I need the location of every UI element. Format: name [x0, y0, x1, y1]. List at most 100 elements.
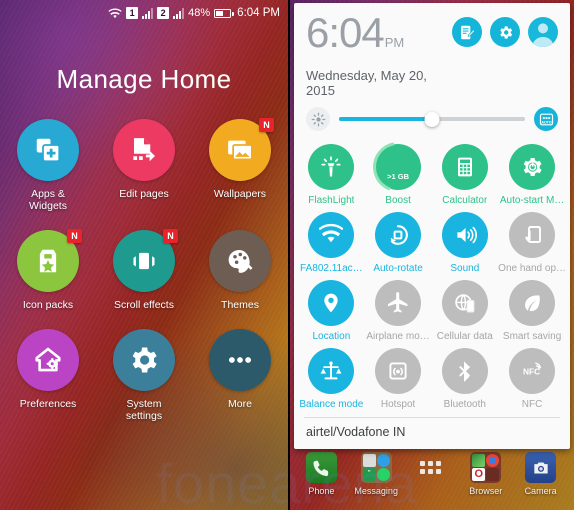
manage-home-item-preferences[interactable]: Preferences: [0, 329, 96, 422]
manage-home-item-more[interactable]: More: [192, 329, 288, 422]
auto-rotate-icon[interactable]: [375, 212, 422, 258]
themes-icon[interactable]: [209, 230, 271, 292]
flashlight-icon[interactable]: [308, 144, 355, 190]
sound-icon[interactable]: [441, 212, 488, 258]
boost-icon[interactable]: >1 GB: [373, 142, 424, 192]
phone-icon[interactable]: [305, 452, 337, 483]
apps-widgets-icon[interactable]: [17, 119, 79, 181]
dock-item-messaging[interactable]: ” Messaging: [350, 452, 402, 496]
system-settings-icon[interactable]: [113, 329, 175, 391]
shade-date: Wednesday, May 20, 2015: [306, 68, 427, 98]
item-label: Scroll effects: [114, 299, 174, 311]
preferences-icon[interactable]: [17, 329, 79, 391]
tile-label: FA802.11ac…: [300, 263, 363, 274]
wifi-icon[interactable]: [308, 212, 355, 258]
quick-tile-auto-start-m[interactable]: Auto-start M…: [498, 144, 566, 206]
shade-clock-time: 6:04: [306, 9, 385, 56]
edit-pages-icon[interactable]: [113, 119, 175, 181]
quick-tile-smart-saving[interactable]: Smart saving: [498, 280, 566, 342]
auto-brightness-icon[interactable]: AUTO: [534, 107, 558, 131]
quick-tile-flashlight[interactable]: FlashLight: [298, 144, 365, 206]
slider-thumb[interactable]: [424, 111, 440, 127]
quick-tile-calculator[interactable]: Calculator: [431, 144, 498, 206]
brightness-icon[interactable]: [306, 107, 330, 131]
battery-icon: [214, 8, 234, 18]
manage-home-grid: Apps & Widgets Edit pages N Wallpapers N Icon …: [0, 118, 288, 422]
dock-label: Camera: [524, 486, 557, 496]
item-label: Preferences: [19, 398, 77, 410]
quick-settings-panel: Phone ” Messaging O Browser Camera 6:04PM Wed…: [288, 0, 574, 510]
quick-tile-auto-rotate[interactable]: Auto-rotate: [365, 212, 432, 274]
quick-tile-hotspot[interactable]: Hotspot: [365, 348, 432, 410]
tile-label: Balance mode: [299, 399, 364, 410]
brightness-slider[interactable]: [339, 110, 525, 128]
sim2-indicator: 2: [157, 7, 170, 19]
browser-icon[interactable]: O: [470, 452, 502, 483]
quick-tile-one-hand-op[interactable]: One hand op…: [498, 212, 566, 274]
smart-saving-leaf-icon[interactable]: [509, 280, 556, 326]
tile-label: Smart saving: [502, 331, 562, 342]
quick-settings-grid: FlashLight >1 GB Boost Calculator Auto-start…: [294, 138, 570, 414]
quick-tile-fa802-11ac[interactable]: FA802.11ac…: [298, 212, 365, 274]
home-dock: Phone ” Messaging O Browser Camera: [288, 448, 574, 510]
dock-item-camera[interactable]: Camera: [515, 452, 567, 496]
quick-tile-nfc[interactable]: NFC NFC: [498, 348, 566, 410]
dock-label: Messaging: [354, 486, 398, 496]
item-icon-wrap: N: [113, 229, 178, 292]
quick-tile-location[interactable]: Location: [298, 280, 365, 342]
manage-home-item-themes[interactable]: Themes: [192, 230, 288, 311]
carrier-label: airtel/Vodafone IN: [306, 425, 406, 439]
nfc-icon[interactable]: NFC: [509, 348, 556, 394]
manage-home-item-scroll-effects[interactable]: N Scroll effects: [96, 229, 192, 311]
item-icon-wrap: N: [209, 118, 274, 181]
quick-tile-airplane-mo[interactable]: Airplane mo…: [365, 280, 432, 342]
messaging-icon[interactable]: ”: [360, 452, 392, 483]
shade-header-actions: [452, 17, 558, 98]
item-label: System settings: [125, 398, 163, 422]
balance-scale-icon[interactable]: [308, 348, 355, 394]
calculator-icon[interactable]: [441, 144, 488, 190]
hotspot-icon[interactable]: [375, 348, 422, 394]
tile-label: Hotspot: [380, 399, 416, 410]
manage-home-item-wallpapers[interactable]: N Wallpapers: [192, 118, 288, 212]
cellular-data-icon[interactable]: [441, 280, 488, 326]
item-label: Themes: [221, 299, 259, 311]
one-hand-operation-icon[interactable]: [509, 212, 556, 258]
tile-label: Location: [312, 331, 351, 342]
more-icon[interactable]: [209, 329, 271, 391]
manage-home-panel: 1 2 48% 6:04 PM Manage Home Apps & Widget…: [0, 0, 288, 510]
sim1-signal-icon: [142, 7, 154, 19]
sim1-indicator: 1: [126, 7, 139, 19]
tile-label: NFC: [521, 399, 543, 410]
manage-home-item-apps-widgets[interactable]: Apps & Widgets: [0, 119, 96, 212]
boost-free-memory-label: >1 GB: [387, 172, 410, 181]
quick-memo-icon[interactable]: [452, 17, 482, 47]
item-label: Icon packs: [22, 299, 74, 311]
svg-text:NFC: NFC: [523, 366, 540, 376]
bluetooth-icon[interactable]: [441, 348, 488, 394]
dock-item-phone[interactable]: Phone: [295, 452, 347, 496]
tile-label: Airplane mo…: [366, 331, 430, 342]
auto-start-manager-icon[interactable]: [509, 144, 556, 190]
quick-tile-cellular-data[interactable]: Cellular data: [431, 280, 498, 342]
manage-home-item-edit-pages[interactable]: Edit pages: [96, 119, 192, 212]
wifi-icon: [108, 7, 122, 19]
manage-home-item-icon-packs[interactable]: N Icon packs: [0, 229, 96, 311]
item-icon-wrap: [209, 230, 271, 292]
quick-tile-bluetooth[interactable]: Bluetooth: [431, 348, 498, 410]
quick-tile-sound[interactable]: Sound: [431, 212, 498, 274]
quick-tile-balance-mode[interactable]: Balance mode: [298, 348, 365, 410]
tile-label: Sound: [450, 263, 480, 274]
dock-label: Phone: [308, 486, 335, 496]
status-bar-clock: 6:04 PM: [237, 7, 280, 19]
dock-item-browser[interactable]: O Browser: [460, 452, 512, 496]
app-drawer-icon[interactable]: [415, 452, 446, 483]
settings-gear-icon[interactable]: [490, 17, 520, 47]
manage-home-item-system-settings[interactable]: System settings: [96, 329, 192, 422]
dock-item-app-drawer[interactable]: [405, 452, 457, 486]
camera-icon[interactable]: [525, 452, 557, 483]
quick-tile-boost[interactable]: >1 GB Boost: [365, 142, 432, 206]
airplane-icon[interactable]: [375, 280, 422, 326]
user-avatar-icon[interactable]: [528, 17, 558, 47]
location-pin-icon[interactable]: [308, 280, 355, 326]
